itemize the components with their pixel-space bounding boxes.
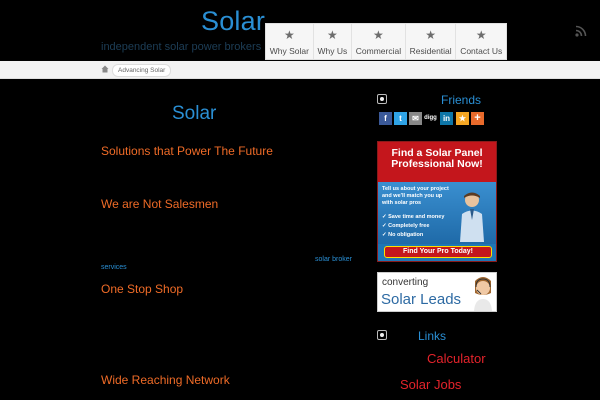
ad-bullet: ✓ Save time and money [382,214,445,220]
site-tagline: independent solar power brokers [101,41,262,53]
nav-label: Commercial [355,46,402,56]
nav-label: Why Solar [269,46,309,56]
inline-link[interactable]: services [101,264,127,271]
solar-leads-ad-banner[interactable]: converting Solar Leads [377,272,497,312]
nav-label: Residential [409,46,452,56]
link-solar-jobs[interactable]: Solar Jobs [400,377,461,392]
nav-item-why-solar[interactable]: ★ Why Solar [266,24,314,59]
star-icon: ★ [373,28,384,42]
home-icon[interactable] [101,65,109,73]
nav-item-commercial[interactable]: ★ Commercial [352,24,406,59]
main-nav: ★ Why Solar ★ Why Us ★ Commercial ★ Resi… [265,23,507,60]
page-title: Solar [172,103,217,124]
ad-bullet: ✓ No obligation [382,232,424,238]
widget-icon [377,330,387,340]
breadcrumb-current[interactable]: Advancing Solar [112,64,172,77]
nav-item-residential[interactable]: ★ Residential [406,24,457,59]
ad-body-text: Tell us about your project and we'll mat… [382,186,449,206]
linkedin-icon[interactable]: in [440,112,453,125]
section-heading: Solutions that Power The Future [101,144,273,158]
digg-icon[interactable]: digg [424,112,437,125]
twitter-icon[interactable]: t [394,112,407,125]
ad-bullet: ✓ Completely free [382,223,430,229]
friends-title: Friends [441,93,482,107]
ad-cta-button[interactable]: Find Your Pro Today! [384,246,492,258]
nav-label: Contact Us [460,46,503,56]
star-icon: ★ [283,28,295,42]
favorite-icon[interactable]: ★ [456,112,469,125]
facebook-icon[interactable]: f [379,112,392,125]
email-icon[interactable]: ✉ [409,112,422,125]
person-headset-image [474,277,492,311]
ad-headline: Find a Solar Panel Professional Now! [378,142,496,182]
section-heading: One Stop Shop [101,282,184,296]
section-heading: We are Not Salesmen [101,197,219,211]
site-title[interactable]: Solar [201,6,265,37]
star-icon: ★ [425,28,437,42]
nav-item-contact-us[interactable]: ★ Contact Us [456,24,506,59]
ad-leads-line1: converting [382,277,429,288]
star-icon: ★ [475,28,487,42]
nav-label: Why Us [317,46,348,56]
add-icon[interactable]: + [471,112,484,125]
links-title: Links [418,329,447,343]
link-calculator[interactable]: Calculator [427,351,486,366]
star-icon: ★ [326,28,338,42]
widget-icon [377,94,387,104]
nav-item-why-us[interactable]: ★ Why Us [314,24,352,59]
rss-icon[interactable] [575,25,587,37]
ad-leads-line2: Solar Leads [381,291,462,308]
inline-link[interactable]: solar broker [315,256,352,263]
breadcrumb [0,61,600,79]
solar-pro-ad-banner[interactable]: Find a Solar Panel Professional Now! Tel… [377,141,497,262]
person-image [460,192,484,242]
section-heading: Wide Reaching Network [101,373,230,387]
